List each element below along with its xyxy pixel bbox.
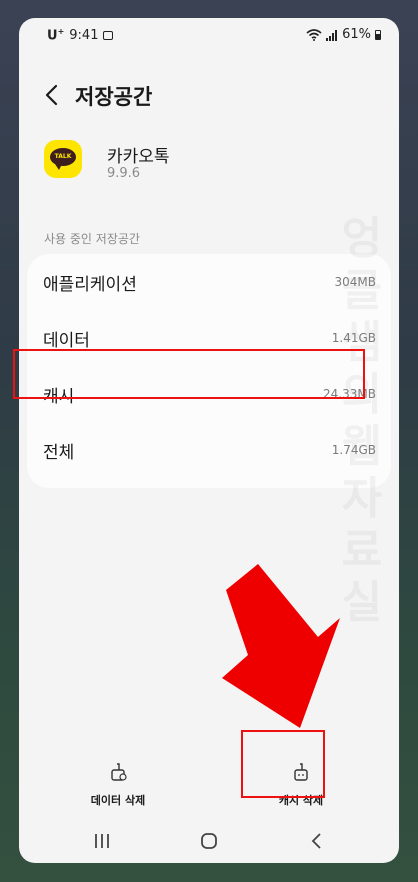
status-bar: U+ 9:41 61%: [19, 18, 399, 52]
back-icon[interactable]: [41, 80, 63, 110]
row-label: 데이터: [43, 331, 90, 351]
wifi-icon: [306, 28, 322, 41]
navigation-bar: [19, 824, 399, 858]
red-arrow-icon: [222, 564, 340, 728]
image-icon: [103, 30, 114, 40]
row-label: 애플리케이션: [43, 275, 137, 295]
app-version: 9.9.6: [107, 166, 141, 181]
clear-cache-highlight-box: [241, 730, 325, 798]
section-label: 사용 중인 저장공간: [44, 232, 140, 246]
app-icon-text: TALK: [54, 153, 72, 160]
header: 저장공간: [19, 76, 399, 116]
clear-data-button[interactable]: 데이터 삭제: [63, 762, 173, 808]
home-icon[interactable]: [194, 830, 224, 852]
broom-icon: [111, 763, 127, 781]
status-time: 9:41: [69, 27, 99, 43]
phone-screen: U+ 9:41 61% 저장공간 TALK 카카오톡 9.9.6 사용 중인 저…: [19, 18, 399, 863]
carrier-label: U+: [47, 27, 64, 43]
cache-highlight-box: [13, 349, 365, 399]
app-name: 카카오톡: [107, 147, 170, 167]
recent-apps-icon[interactable]: [87, 830, 117, 852]
carrier-text: U: [47, 28, 58, 44]
nav-back-icon[interactable]: [302, 830, 332, 852]
battery-icon: [375, 29, 381, 40]
kakaotalk-app-icon: TALK: [44, 140, 82, 178]
battery-percent: 61%: [342, 27, 371, 42]
carrier-sup: +: [57, 27, 65, 36]
row-label: 전체: [43, 443, 75, 463]
page-title: 저장공간: [75, 85, 153, 109]
clear-data-label: 데이터 삭제: [90, 794, 146, 807]
signal-icon: [326, 29, 338, 41]
